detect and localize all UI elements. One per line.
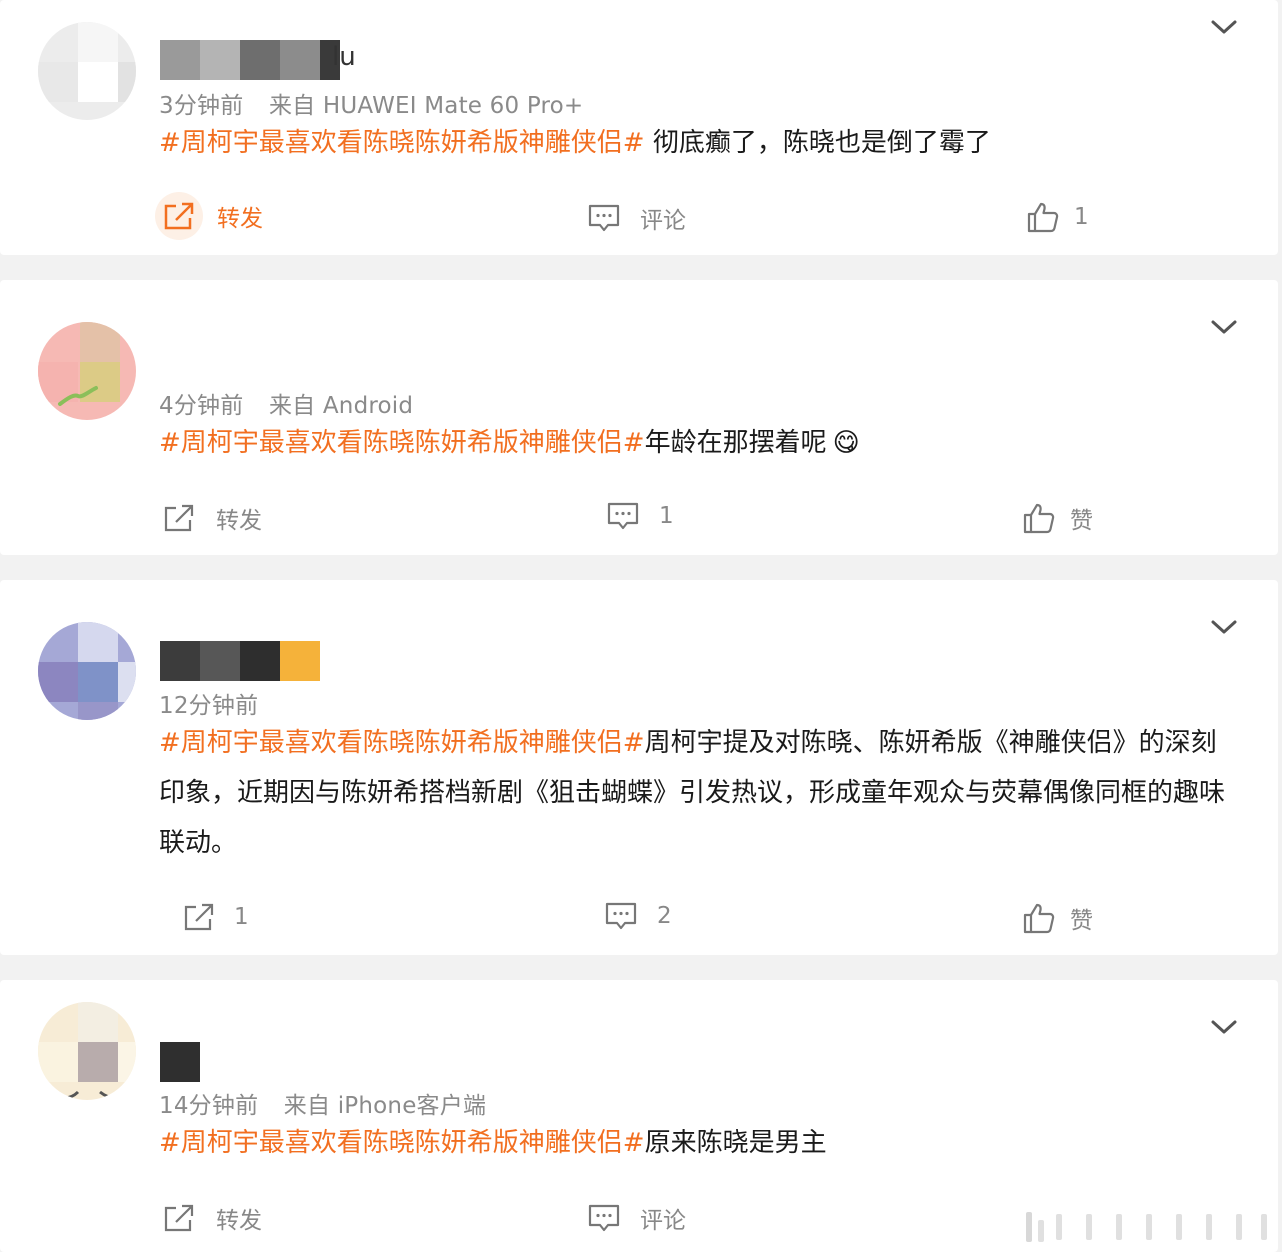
timestamp: 12分钟前 <box>159 693 259 719</box>
chevron-down-icon[interactable] <box>1210 317 1238 337</box>
like-button[interactable]: 1 <box>1026 201 1089 233</box>
device-source: 来自 iPhone客户端 <box>283 1093 487 1119</box>
topic-link[interactable]: #周柯宇最喜欢看陈晓陈妍希版神雕侠侣# <box>159 1128 645 1158</box>
comment-card: 14分钟前 来自 iPhone客户端 #周柯宇最喜欢看陈晓陈妍希版神雕侠侣#原来… <box>0 980 1278 1252</box>
comment-icon <box>588 204 620 232</box>
topic-link[interactable]: #周柯宇最喜欢看陈晓陈妍希版神雕侠侣# <box>159 128 645 158</box>
repost-icon <box>164 1204 194 1232</box>
username-redacted[interactable] <box>160 1042 270 1082</box>
like-label: 赞 <box>1070 508 1093 534</box>
repost-button[interactable]: 转发 <box>162 1201 262 1235</box>
topic-link[interactable]: #周柯宇最喜欢看陈晓陈妍希版神雕侠侣# <box>159 428 645 458</box>
comment-button[interactable]: 2 <box>605 901 672 931</box>
device-source: 来自 Android <box>268 393 414 419</box>
repost-label: 转发 <box>216 1208 262 1234</box>
comment-meta: 12分钟前 <box>159 686 258 720</box>
username-redacted[interactable]: lu <box>160 40 360 80</box>
comment-count: 1 <box>659 503 674 529</box>
like-button[interactable]: 赞 <box>1022 901 1093 935</box>
avatar[interactable] <box>38 322 136 420</box>
repost-icon <box>164 504 194 532</box>
username-redacted[interactable] <box>160 641 320 681</box>
thumb-up-icon <box>1023 903 1055 934</box>
repost-label: 转发 <box>217 206 263 232</box>
yum-emoji: 😋 <box>832 428 860 458</box>
comment-card: 4分钟前 来自 Android #周柯宇最喜欢看陈晓陈妍希版神雕侠侣#年龄在那摆… <box>0 280 1278 555</box>
comment-button[interactable]: 评论 <box>588 201 686 235</box>
like-label: 赞 <box>1070 908 1093 934</box>
comment-text: #周柯宇最喜欢看陈晓陈妍希版神雕侠侣#原来陈晓是男主 <box>159 1118 1239 1168</box>
comment-text: #周柯宇最喜欢看陈晓陈妍希版神雕侠侣# 彻底癫了，陈晓也是倒了霉了 <box>159 118 1239 168</box>
comment-count: 2 <box>657 903 672 929</box>
device-source: 来自 HUAWEI Mate 60 Pro+ <box>268 93 584 119</box>
avatar[interactable] <box>38 1002 136 1100</box>
like-count: 1 <box>1074 204 1089 230</box>
repost-icon <box>155 192 203 240</box>
avatar[interactable] <box>38 622 136 720</box>
comment-label: 评论 <box>640 1208 686 1234</box>
comment-meta: 3分钟前 来自 HUAWEI Mate 60 Pro+ <box>159 86 583 120</box>
thumb-up-icon <box>1023 503 1055 534</box>
repost-count: 1 <box>234 904 249 930</box>
topic-link[interactable]: #周柯宇最喜欢看陈晓陈妍希版神雕侠侣# <box>159 728 645 758</box>
timestamp: 14分钟前 <box>159 1093 259 1119</box>
comment-meta: 4分钟前 来自 Android <box>159 386 413 420</box>
timestamp: 4分钟前 <box>159 393 244 419</box>
comment-body: 原来陈晓是男主 <box>644 1128 827 1158</box>
comment-body: 年龄在那摆着呢 <box>644 428 827 458</box>
comment-card: 12分钟前 #周柯宇最喜欢看陈晓陈妍希版神雕侠侣#周柯宇提及对陈晓、陈妍希版《神… <box>0 580 1278 955</box>
watermark-logo <box>1016 1208 1276 1248</box>
comment-button[interactable]: 评论 <box>588 1201 686 1235</box>
comment-body: 彻底癫了，陈晓也是倒了霉了 <box>644 128 991 158</box>
comment-button[interactable]: 1 <box>607 501 674 531</box>
comment-icon <box>605 902 637 930</box>
comment-text: #周柯宇最喜欢看陈晓陈妍希版神雕侠侣#年龄在那摆着呢 😋 <box>159 418 1239 468</box>
repost-button[interactable]: 转发 <box>162 501 262 535</box>
repost-icon <box>184 903 214 931</box>
comment-text: #周柯宇最喜欢看陈晓陈妍希版神雕侠侣#周柯宇提及对陈晓、陈妍希版《神雕侠侣》的深… <box>159 718 1239 868</box>
avatar[interactable] <box>38 22 136 120</box>
timestamp: 3分钟前 <box>159 93 244 119</box>
chevron-down-icon[interactable] <box>1210 1017 1238 1037</box>
repost-label: 转发 <box>216 508 262 534</box>
comment-icon <box>607 502 639 530</box>
chevron-down-icon[interactable] <box>1210 17 1238 37</box>
like-button[interactable]: 赞 <box>1022 501 1093 535</box>
username-suffix: lu <box>332 42 356 72</box>
thumb-up-icon <box>1027 202 1059 233</box>
comment-meta: 14分钟前 来自 iPhone客户端 <box>159 1086 486 1120</box>
repost-button[interactable]: 转发 <box>155 192 263 240</box>
repost-button[interactable]: 1 <box>182 901 249 933</box>
comment-icon <box>588 1204 620 1232</box>
comment-card: lu 3分钟前 来自 HUAWEI Mate 60 Pro+ #周柯宇最喜欢看陈… <box>0 0 1278 255</box>
comment-label: 评论 <box>640 208 686 234</box>
chevron-down-icon[interactable] <box>1210 617 1238 637</box>
